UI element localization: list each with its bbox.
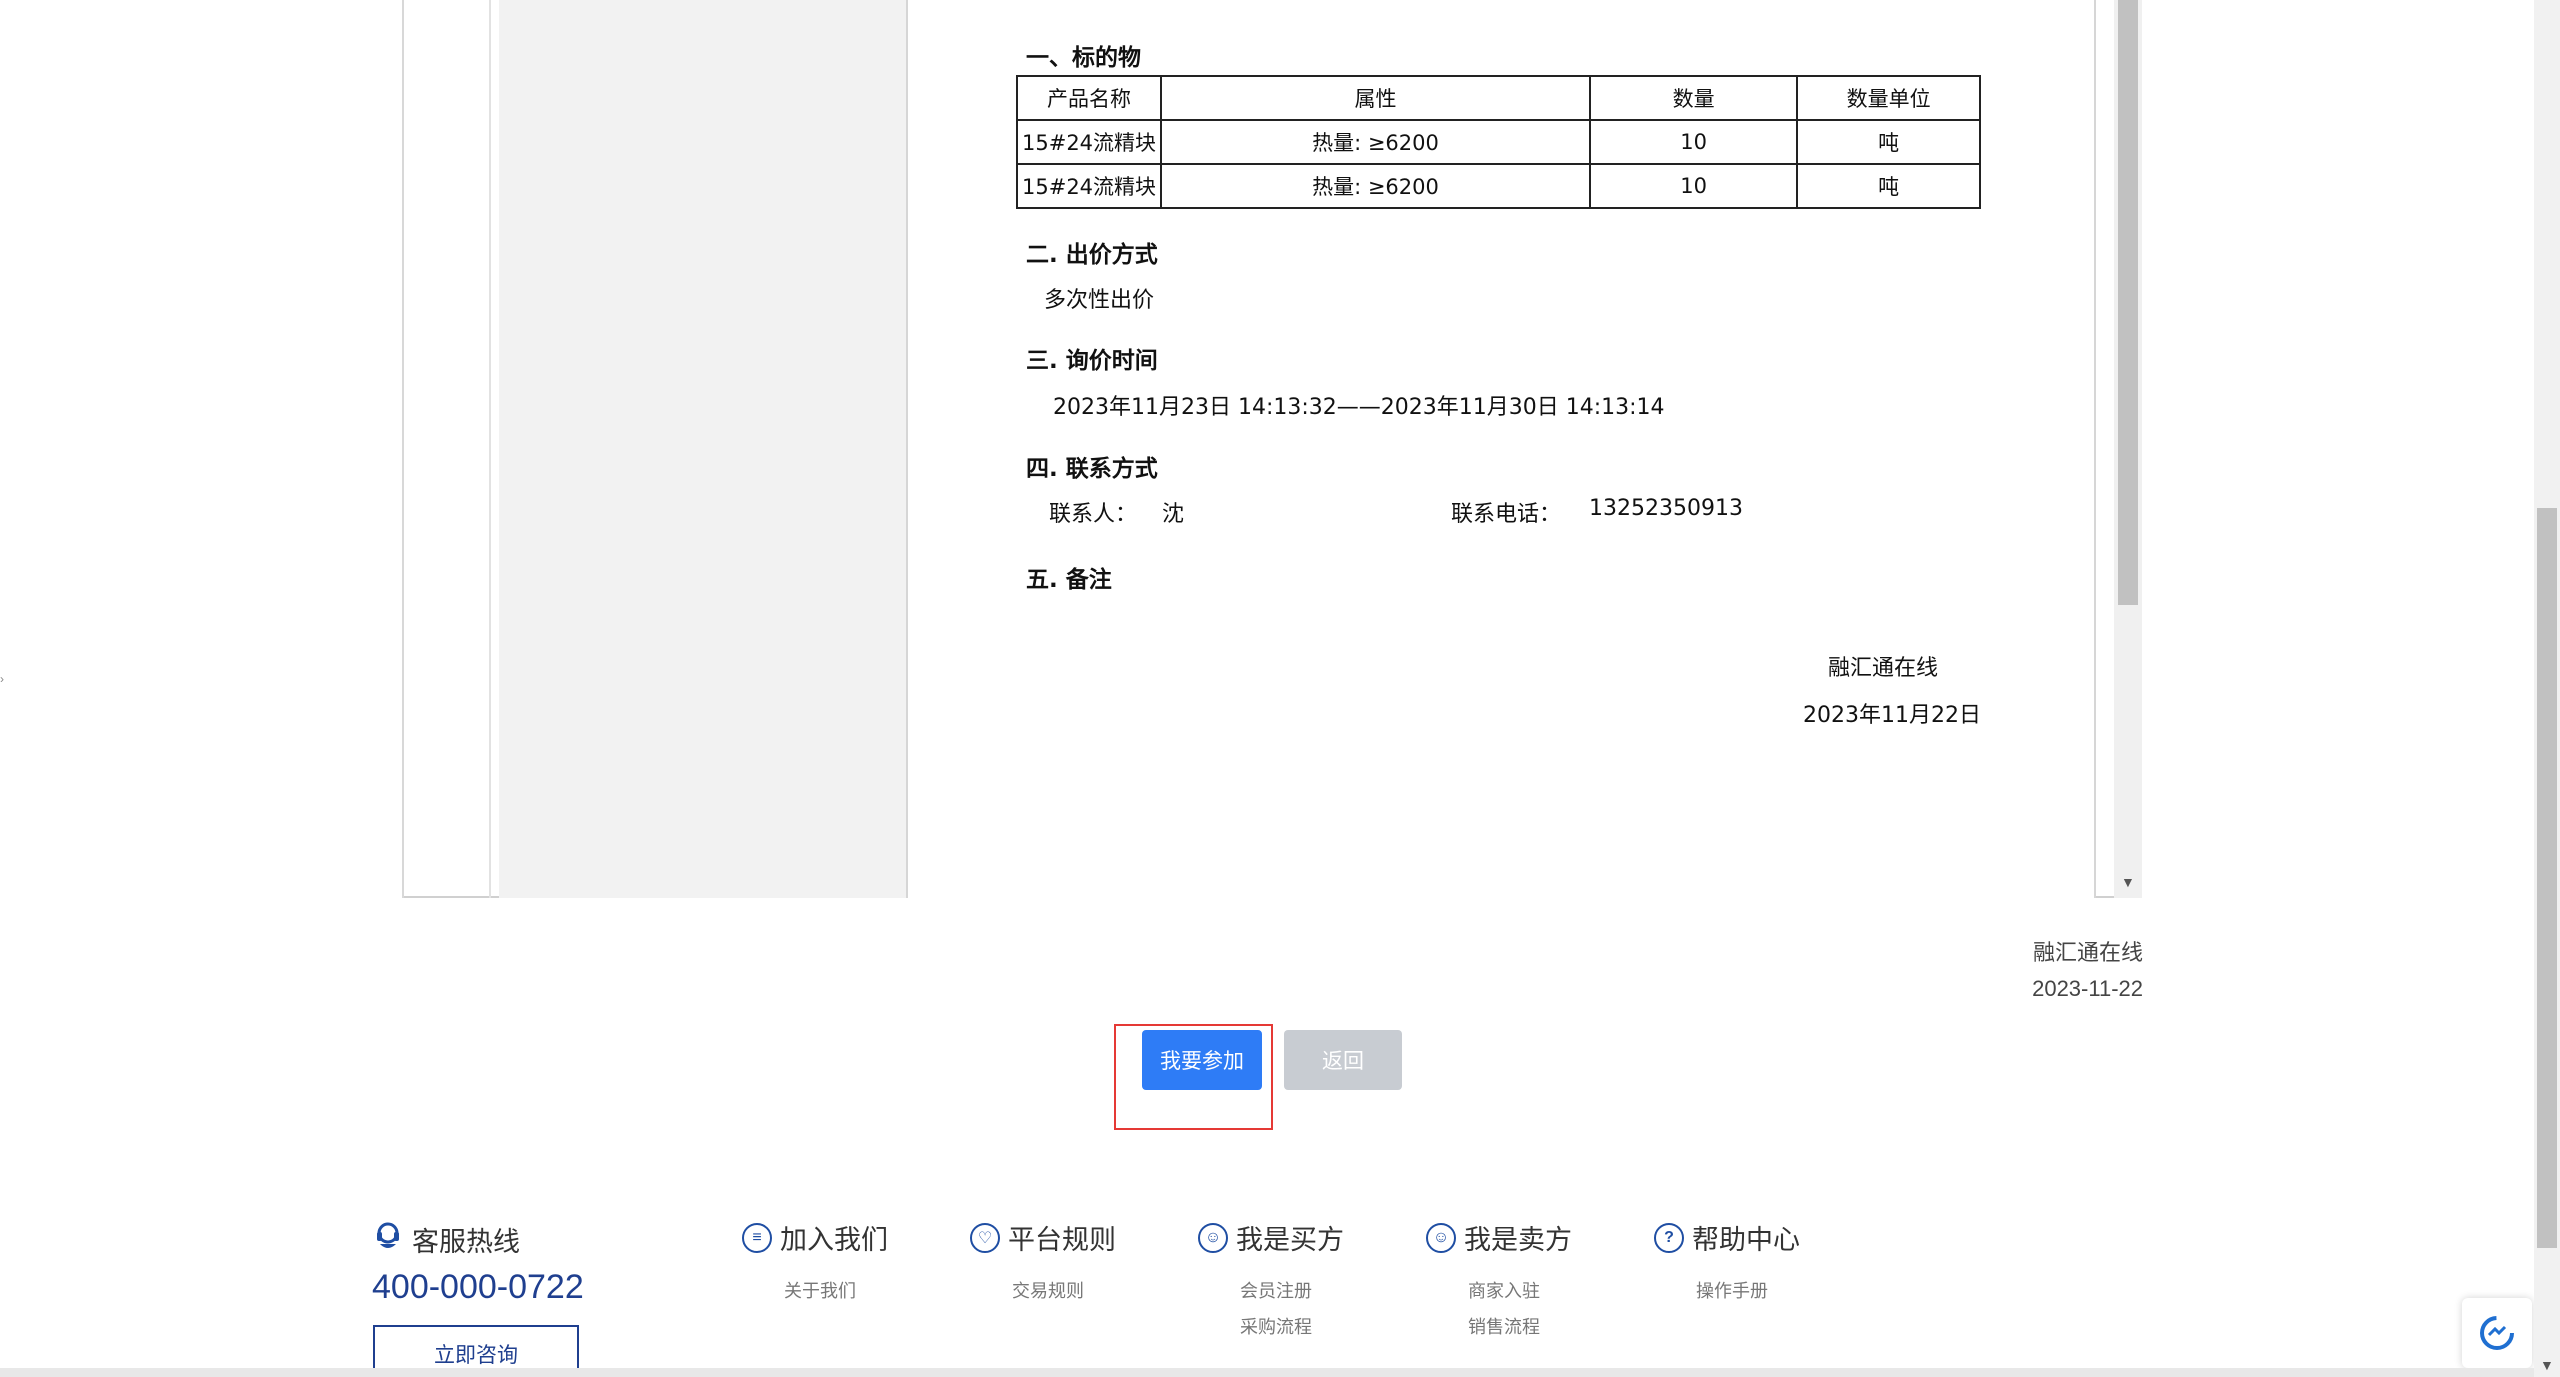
table-header-cell: 数量 [1588,75,1799,121]
publish-date: 2023-11-22 [2032,976,2143,1001]
scroll-down-arrow-icon[interactable]: ▼ [2121,874,2135,890]
back-button[interactable]: 返回 [1284,1030,1402,1090]
footer-column-join[interactable]: ≡ 加入我们 [742,1218,888,1257]
footer-column-title: 我是买方 [1236,1225,1344,1255]
table-header-cell: 数量单位 [1796,75,1981,121]
footer-link-sales-flow[interactable]: 销售流程 [1468,1313,1540,1339]
section-title-bid-method: 二. 出价方式 [1026,242,1158,268]
section-title-remarks: 五. 备注 [1026,567,1112,593]
table-cell: 吨 [1796,119,1981,165]
table-cell: 15#24流精块 [1015,163,1163,209]
section-title-subject: 一、标的物 [1026,45,1141,71]
footer-column-title: 加入我们 [780,1225,888,1255]
phone-label: 联系电话： [1451,502,1562,527]
footer-link-trade-rules[interactable]: 交易规则 [1012,1277,1084,1303]
footer-link-merchant-join[interactable]: 商家入驻 [1468,1277,1540,1303]
footer-column-buyer[interactable]: ☺ 我是买方 [1198,1218,1344,1257]
scroll-down-arrow-icon[interactable]: ▼ [2540,1357,2554,1373]
horizontal-scrollbar[interactable] [0,1368,2534,1377]
footer-link-purchase-flow[interactable]: 采购流程 [1240,1313,1312,1339]
phone-value: 13252350913 [1589,496,1743,521]
table-cell: 吨 [1796,163,1981,209]
hotline-title-text: 客服热线 [412,1227,520,1257]
user-icon: ☺ [1426,1222,1456,1253]
bid-method-text: 多次性出价 [1044,288,1155,313]
table-cell: 10 [1588,119,1799,165]
footer-column-title: 我是卖方 [1464,1225,1572,1255]
table-cell: 热量: ≥6200 [1160,163,1591,209]
hotline-title: 客服热线 [372,1220,520,1259]
contact-name: 沈 [1162,502,1185,527]
table-cell: 15#24流精块 [1015,119,1163,165]
table-cell: 热量: ≥6200 [1160,119,1591,165]
page-scrollbar-thumb[interactable] [2537,508,2557,1248]
chat-widget-icon[interactable] [2462,1298,2532,1368]
contact-label: 联系人： [1049,502,1138,527]
table-header-row: 产品名称 属性 数量 数量单位 [1015,75,1981,121]
footer-column-seller[interactable]: ☺ 我是卖方 [1426,1218,1572,1257]
document-icon: ≡ [742,1222,772,1253]
footer-link-about[interactable]: 关于我们 [784,1277,856,1303]
table-row: 15#24流精块 热量: ≥6200 10 吨 [1015,119,1981,165]
footer-column-title: 帮助中心 [1692,1225,1800,1255]
inquiry-time-text: 2023年11月23日 14:13:32——2023年11月30日 14:13:… [1053,395,1665,420]
question-icon: ? [1654,1222,1684,1253]
hotline-number: 400-000-0722 [372,1268,584,1306]
publisher-name: 融汇通在线 [2032,940,2143,965]
document-scrollbar[interactable]: ▼ [2114,0,2142,898]
table-header-cell: 产品名称 [1015,75,1163,121]
footer-column-title: 平台规则 [1008,1225,1116,1255]
collapse-caret-icon[interactable]: › [0,672,4,686]
footer-link-register[interactable]: 会员注册 [1240,1277,1312,1303]
join-button[interactable]: 我要参加 [1142,1030,1262,1090]
section-title-contact: 四. 联系方式 [1026,456,1158,482]
section-title-inquiry-time: 三. 询价时间 [1026,348,1158,374]
product-table: 产品名称 属性 数量 数量单位 15#24流精块 热量: ≥6200 10 吨 … [1015,75,1981,209]
footer-link-manual[interactable]: 操作手册 [1696,1277,1768,1303]
table-header-cell: 属性 [1160,75,1591,121]
shield-heart-icon: ♡ [970,1222,1000,1253]
user-icon: ☺ [1198,1222,1228,1253]
table-row: 15#24流精块 热量: ≥6200 10 吨 [1015,163,1981,209]
document-signature: 融汇通在线 [1828,656,1939,681]
footer-column-rules[interactable]: ♡ 平台规则 [970,1218,1116,1257]
page-scrollbar[interactable]: ▼ [2534,0,2560,1377]
document-scrollbar-thumb[interactable] [2118,0,2138,605]
table-cell: 10 [1588,163,1799,209]
document-signature-date: 2023年11月22日 [1803,703,1981,728]
headset-icon [372,1220,404,1259]
footer-column-help[interactable]: ? 帮助中心 [1654,1218,1800,1257]
